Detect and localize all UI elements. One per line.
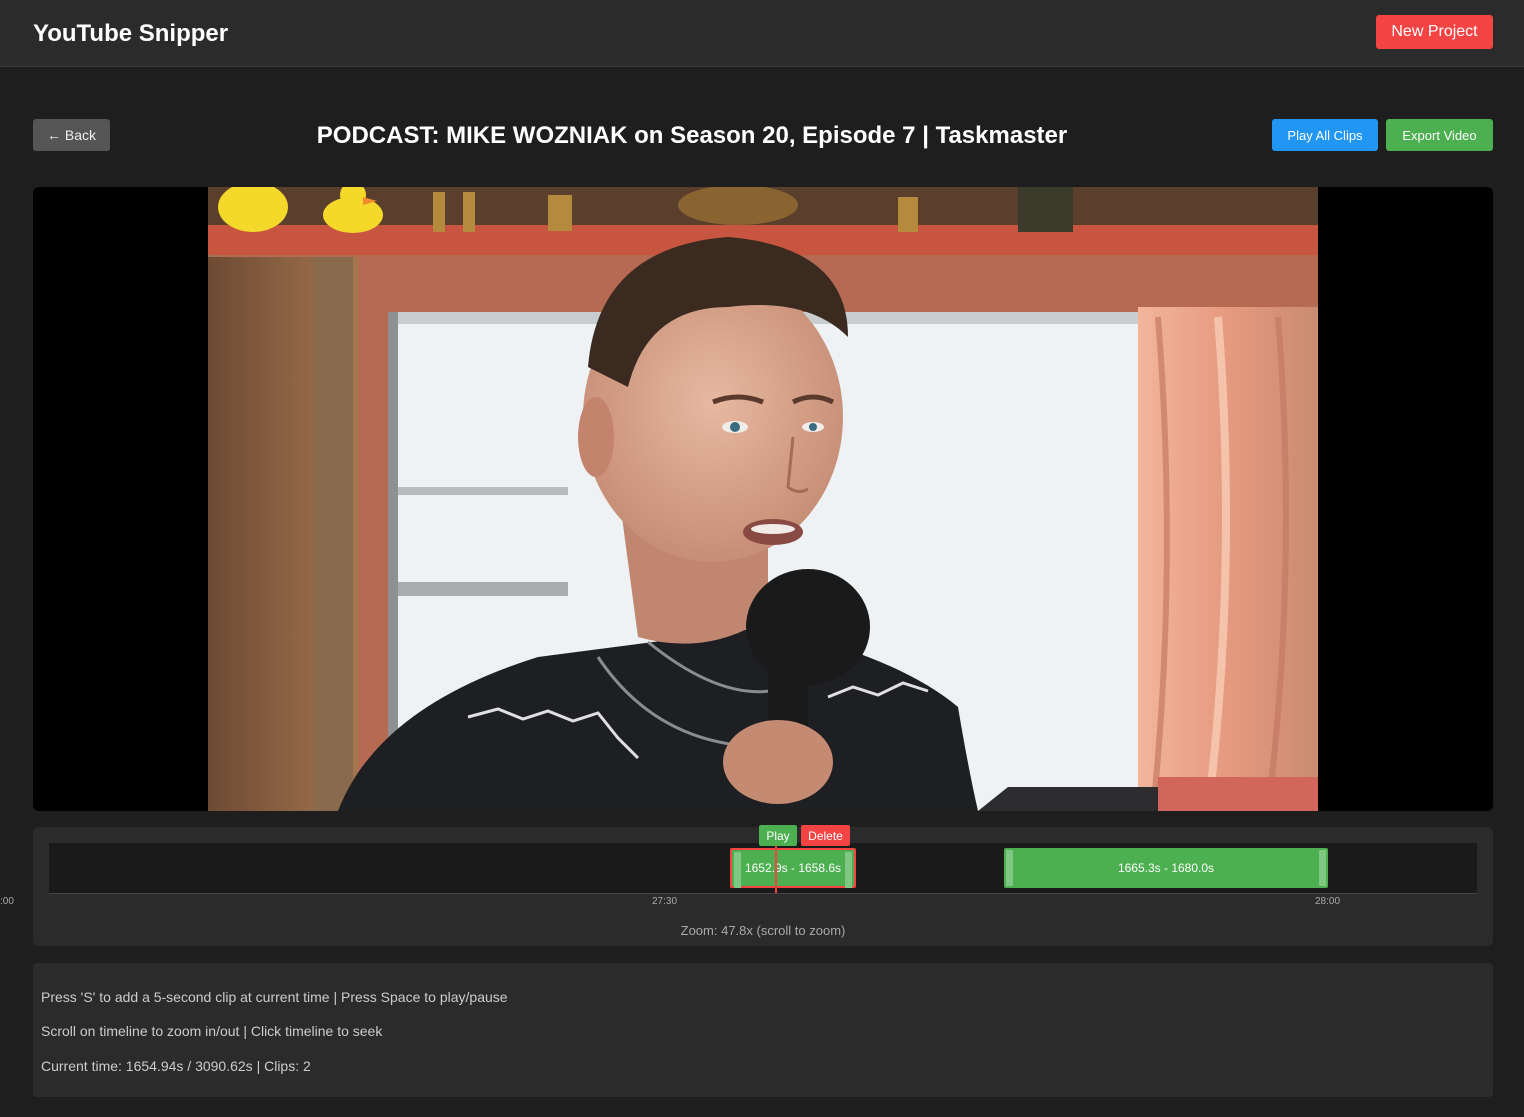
- video-title: PODCAST: MIKE WOZNIAK on Season 20, Epis…: [316, 122, 1068, 149]
- clip-end-handle[interactable]: [1319, 850, 1326, 886]
- timeline-clip[interactable]: 1652.9s - 1658.6s: [730, 848, 856, 888]
- video-still-illustration: [208, 187, 1318, 811]
- clip-play-button[interactable]: Play: [759, 825, 797, 846]
- zoom-indicator: Zoom: 47.8x (scroll to zoom): [680, 923, 846, 938]
- clip-delete-button[interactable]: Delete: [801, 825, 850, 846]
- top-bar: YouTube Snipper New Project: [0, 0, 1524, 67]
- timeline-tick-label: :00: [0, 896, 14, 907]
- timeline-tick-label: 27:30: [652, 896, 678, 907]
- clip-end-handle[interactable]: [845, 852, 852, 888]
- timeline-tick-label: 28:00: [1315, 896, 1341, 907]
- help-timeline-text: Scroll on timeline to zoom in/out | Clic…: [41, 1023, 383, 1039]
- clip-range-label: 1665.3s - 1680.0s: [1117, 861, 1215, 875]
- new-project-button[interactable]: New Project: [1376, 15, 1493, 49]
- app-title: YouTube Snipper: [33, 20, 229, 47]
- clip-start-handle[interactable]: [734, 852, 741, 888]
- play-all-clips-button[interactable]: Play All Clips: [1272, 119, 1378, 151]
- video-player[interactable]: [33, 187, 1493, 811]
- export-video-button[interactable]: Export Video: [1386, 119, 1493, 151]
- timeline-clip[interactable]: 1665.3s - 1680.0s: [1004, 848, 1328, 888]
- clip-range-label: 1652.9s - 1658.6s: [744, 861, 842, 875]
- status-text: Current time: 1654.94s / 3090.62s | Clip…: [41, 1058, 311, 1074]
- back-button[interactable]: ← Back: [33, 119, 110, 151]
- help-shortcut-text: Press 'S' to add a 5-second clip at curr…: [41, 989, 508, 1005]
- playhead[interactable]: [775, 845, 777, 893]
- video-frame-image: [208, 187, 1318, 811]
- clip-start-handle[interactable]: [1006, 850, 1013, 886]
